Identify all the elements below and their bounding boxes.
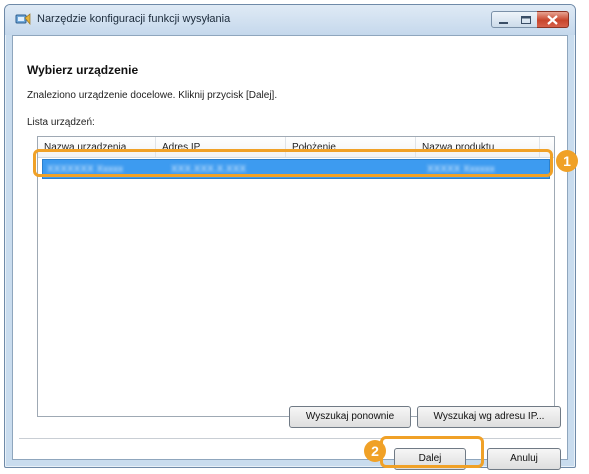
search-again-button[interactable]: Wyszukaj ponownie: [289, 406, 411, 428]
dialog-window: Narzędzie konfiguracji funkcji wysyłania…: [4, 4, 576, 470]
window-title: Narzędzie konfiguracji funkcji wysyłania: [37, 13, 231, 25]
minimize-button[interactable]: [491, 11, 515, 28]
close-button[interactable]: [537, 11, 569, 28]
device-list[interactable]: Nazwa urządzenia Adres IP Położenie Nazw…: [37, 136, 555, 417]
device-list-label: Lista urządzeń:: [27, 117, 95, 128]
title-bar[interactable]: Narzędzie konfiguracji funkcji wysyłania: [5, 5, 575, 35]
callout-badge-1: 1: [556, 150, 578, 172]
page-heading: Wybierz urządzenie: [27, 63, 139, 77]
dialog-content: Wybierz urządzenie Znaleziono urządzenie…: [12, 35, 568, 470]
next-button-highlight: [380, 436, 484, 468]
instruction-text: Znaleziono urządzenie docelowe. Kliknij …: [27, 90, 278, 101]
cancel-button[interactable]: Anuluj: [487, 448, 561, 470]
maximize-icon: [521, 16, 531, 24]
maximize-button[interactable]: [514, 11, 538, 28]
app-icon: [15, 12, 31, 27]
close-icon: [547, 15, 558, 25]
minimize-icon: [499, 22, 508, 24]
device-row-highlight: [33, 149, 553, 177]
callout-badge-2: 2: [364, 440, 386, 462]
search-by-ip-button[interactable]: Wyszukaj wg adresu IP...: [417, 406, 561, 428]
